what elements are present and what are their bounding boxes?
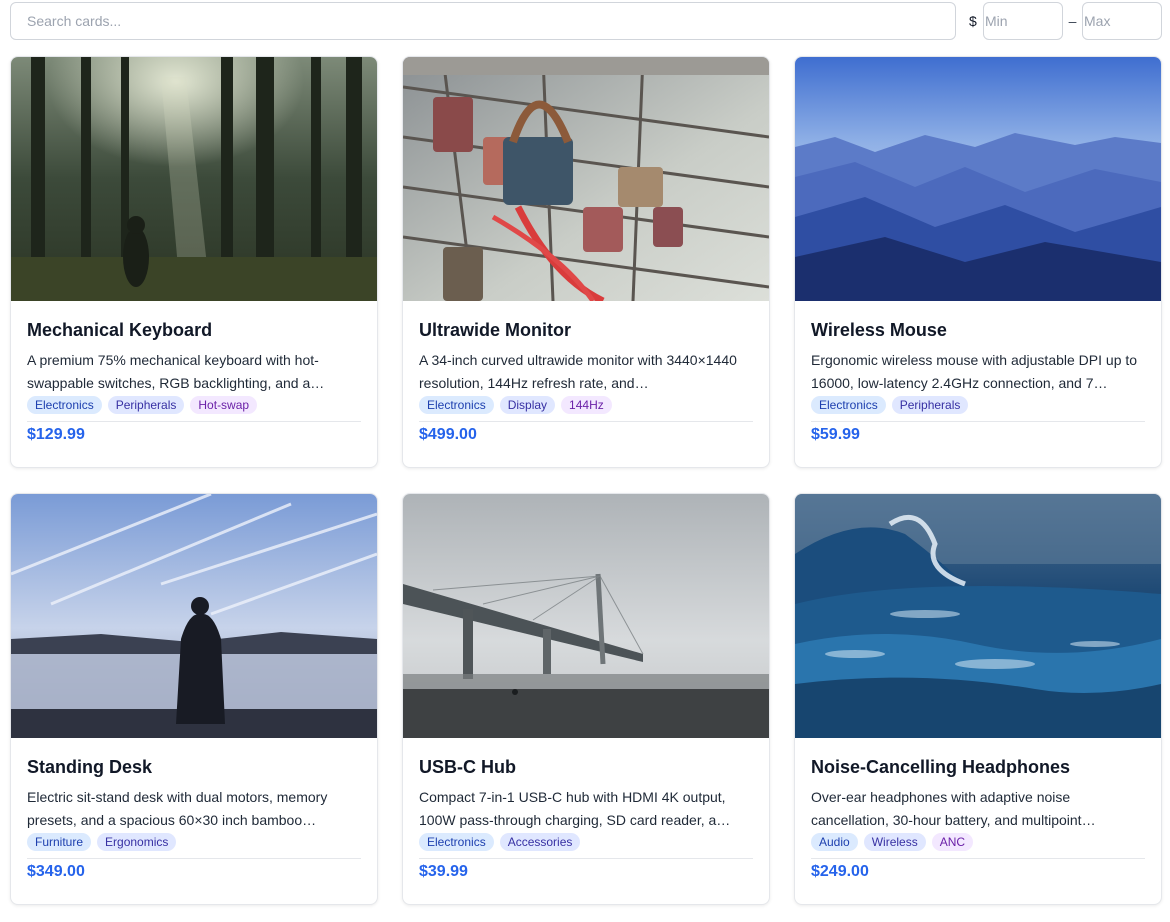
tag-list: Audio Wireless ANC <box>811 832 1145 852</box>
card-price: $39.99 <box>419 863 468 880</box>
divider <box>419 421 753 422</box>
currency-symbol: $ <box>969 13 977 29</box>
card-description: Electric sit-stand desk with dual motors… <box>27 789 328 828</box>
card-price: $59.99 <box>811 426 860 443</box>
product-card[interactable]: Ultrawide Monitor A 34-inch curved ultra… <box>402 56 770 468</box>
card-price: $249.00 <box>811 863 869 880</box>
card-price: $129.99 <box>27 426 85 443</box>
tag-badge: ANC <box>931 833 974 851</box>
tag-badge: Electronics <box>419 833 494 851</box>
card-description: Compact 7-in-1 USB-C hub with HDMI 4K ou… <box>419 789 731 828</box>
tag-badge: Hot-swap <box>190 396 258 414</box>
filter-bar: $ – <box>10 2 1162 40</box>
tag-badge: Display <box>499 396 556 414</box>
card-price: $499.00 <box>419 426 477 443</box>
card-description: A 34-inch curved ultrawide monitor with … <box>419 352 737 391</box>
max-price-input[interactable] <box>1082 2 1162 40</box>
product-card[interactable]: Mechanical Keyboard A premium 75% mechan… <box>10 56 378 468</box>
product-card[interactable]: USB-C Hub Compact 7-in-1 USB-C hub with … <box>402 493 770 905</box>
search-input[interactable] <box>10 2 956 40</box>
tag-badge: Furniture <box>27 833 92 851</box>
tag-badge: Peripherals <box>891 396 969 414</box>
product-card[interactable]: Noise-Cancelling Headphones Over-ear hea… <box>794 493 1162 905</box>
tag-badge: Electronics <box>27 396 102 414</box>
tag-badge: 144Hz <box>561 396 612 414</box>
tag-list: Electronics Peripherals Hot-swap <box>27 395 361 415</box>
divider <box>27 858 361 859</box>
card-description: Ergonomic wireless mouse with adjustable… <box>811 352 1138 391</box>
divider <box>27 421 361 422</box>
tag-badge: Ergonomics <box>97 833 177 851</box>
tag-list: Electronics Peripherals <box>811 395 1145 415</box>
card-price: $349.00 <box>27 863 85 880</box>
card-title: Ultrawide Monitor <box>419 320 571 340</box>
card-description: A premium 75% mechanical keyboard with h… <box>27 352 325 391</box>
card-description: Over-ear headphones with adaptive noise … <box>811 789 1096 828</box>
tag-badge: Electronics <box>811 396 886 414</box>
min-price-input[interactable] <box>983 2 1063 40</box>
card-title: Noise-Cancelling Headphones <box>811 757 1071 777</box>
card-title: USB-C Hub <box>419 757 516 777</box>
card-title: Standing Desk <box>27 757 153 777</box>
tag-list: Electronics Display 144Hz <box>419 395 753 415</box>
mountains-icon <box>795 57 1161 301</box>
tag-badge: Accessories <box>499 833 581 851</box>
ocean-wave-icon <box>795 494 1161 738</box>
card-title: Mechanical Keyboard <box>27 320 213 340</box>
padlocks-icon <box>403 57 769 301</box>
divider <box>811 858 1145 859</box>
product-card[interactable]: Standing Desk Electric sit-stand desk wi… <box>10 493 378 905</box>
product-grid: Mechanical Keyboard A premium 75% mechan… <box>10 56 1162 905</box>
tag-list: Electronics Accessories <box>419 832 753 852</box>
tag-badge: Peripherals <box>107 396 185 414</box>
product-card[interactable]: Wireless Mouse Ergonomic wireless mouse … <box>794 56 1162 468</box>
foggy-bridge-icon <box>403 494 769 738</box>
card-title: Wireless Mouse <box>811 320 947 340</box>
forest-icon <box>11 57 377 301</box>
divider <box>811 421 1145 422</box>
divider <box>419 858 753 859</box>
tag-badge: Wireless <box>863 833 926 851</box>
tag-badge: Electronics <box>419 396 494 414</box>
tag-list: Furniture Ergonomics <box>27 832 361 852</box>
lake-silhouette-icon <box>11 494 377 738</box>
range-separator: – <box>1068 13 1077 29</box>
tag-badge: Audio <box>811 833 858 851</box>
